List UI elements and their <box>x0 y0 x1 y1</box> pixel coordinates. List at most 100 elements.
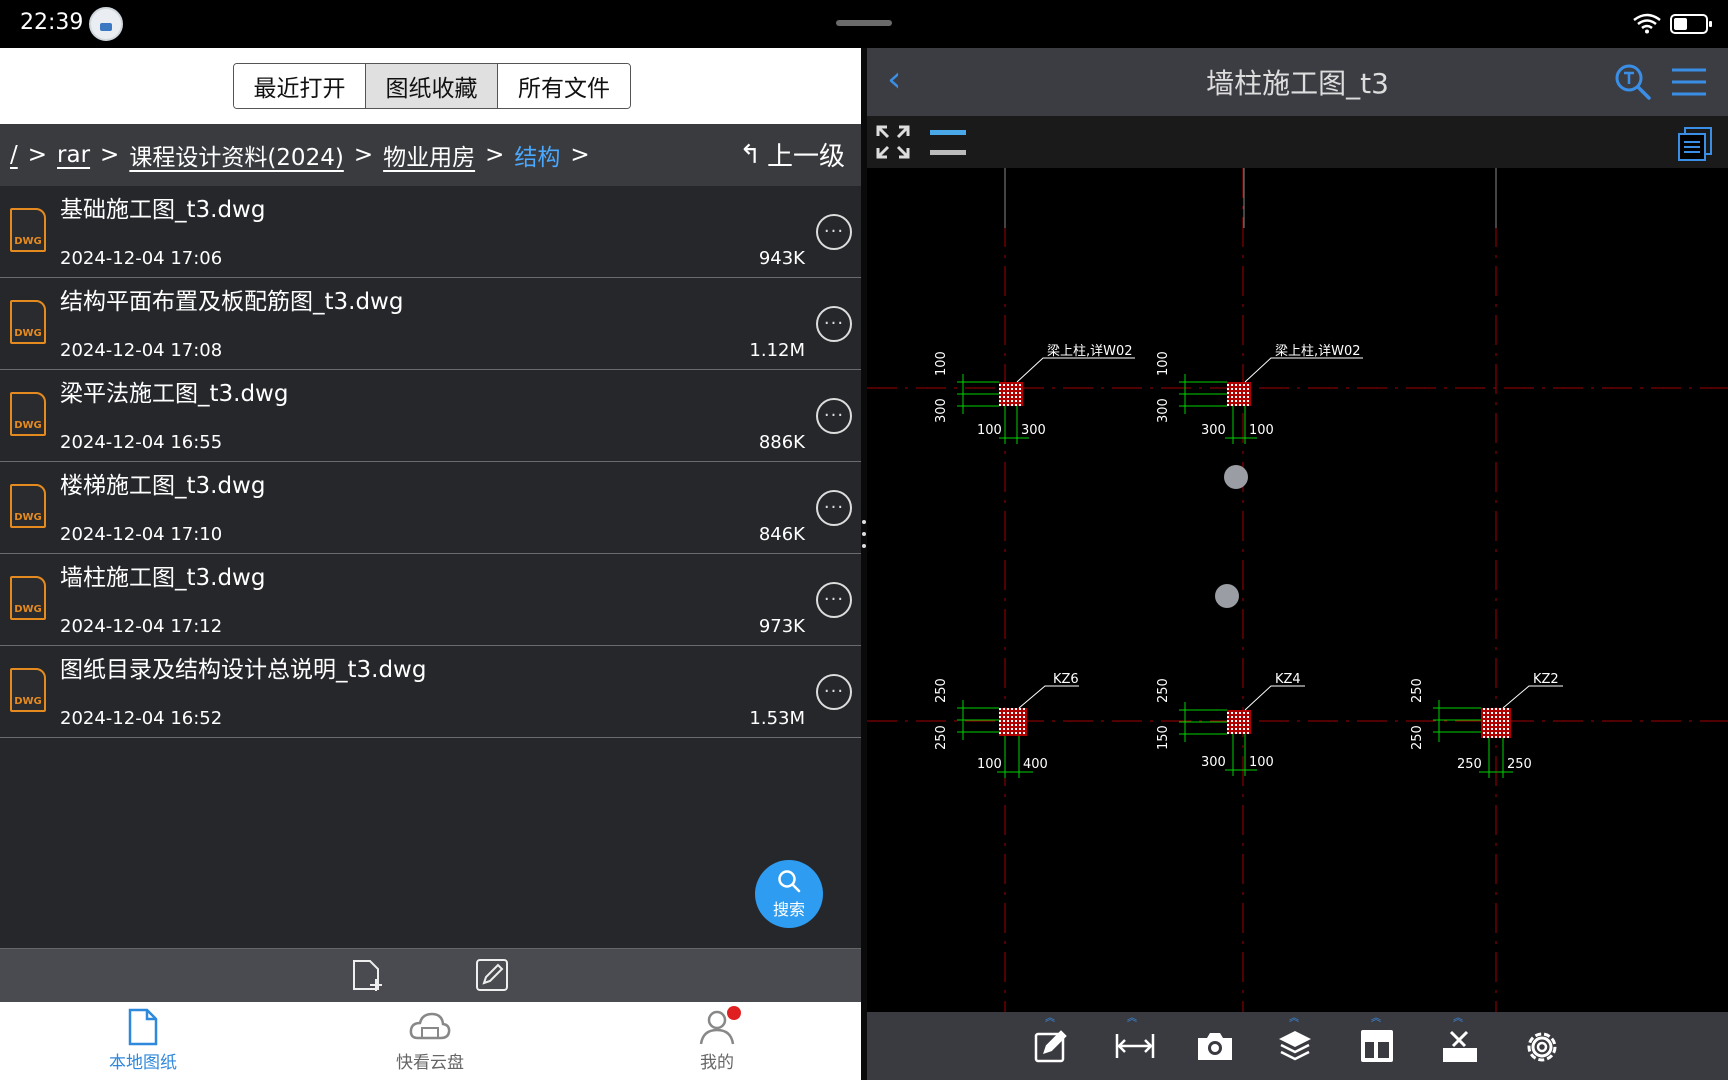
expand-caret-icon: ︽ <box>1289 1013 1299 1024</box>
toolbox-tool[interactable]: ︽ <box>1441 1014 1477 1064</box>
file-name: 图纸目录及结构设计总说明_t3.dwg <box>60 657 427 683</box>
layers-tool[interactable]: ︽ <box>1277 1014 1313 1064</box>
more-options-icon[interactable]: ··· <box>816 214 852 250</box>
measure-tool[interactable]: ︽ <box>1115 1014 1155 1064</box>
dwg-file-icon <box>10 300 46 344</box>
more-options-icon[interactable]: ··· <box>816 306 852 342</box>
viewer-toolbar: ︽ ︽ ︽ ︽ ︽ <box>867 1012 1728 1080</box>
file-size: 886K <box>758 432 805 453</box>
dim-text: 250 <box>1507 757 1532 772</box>
dim-text: 250 <box>1410 678 1425 703</box>
file-size: 973K <box>758 616 805 637</box>
nav-profile[interactable]: 我的 <box>647 1002 787 1080</box>
file-row[interactable]: 基础施工图_t3.dwg 2024-12-04 17:06 943K ··· <box>0 186 861 278</box>
dwg-file-icon <box>10 484 46 528</box>
expand-caret-icon: ︽ <box>1127 1013 1137 1024</box>
dim-text: 300 <box>934 398 949 423</box>
cad-drawing: 梁上柱,详W02 100 300 100 300 梁上柱,详W02 100 30… <box>867 168 1728 1012</box>
file-date: 2024-12-04 17:06 <box>60 248 223 269</box>
breadcrumb-item-property[interactable]: 物业用房 <box>383 138 475 172</box>
file-date: 2024-12-04 16:55 <box>60 432 223 453</box>
fit-screen-icon[interactable] <box>875 124 911 160</box>
tab-recent[interactable]: 最近打开 <box>234 64 366 108</box>
status-bar: 22:39 <box>0 0 1728 48</box>
viewer-header: ‹ 墙柱施工图_t3 <box>867 48 1728 116</box>
dim-text: 150 <box>1156 725 1171 750</box>
drawing-canvas[interactable]: 梁上柱,详W02 100 300 100 300 梁上柱,详W02 100 30… <box>867 116 1728 1012</box>
column-kz6: KZ6 250 250 100 400 <box>934 672 1079 778</box>
dim-text: 100 <box>1249 755 1274 770</box>
file-name: 结构平面布置及板配筋图_t3.dwg <box>60 289 404 315</box>
text-search-icon[interactable] <box>1613 62 1653 102</box>
bottom-nav: 本地图纸 快看云盘 我的 <box>0 1002 861 1080</box>
status-clock: 22:39 <box>20 10 84 35</box>
more-options-icon[interactable]: ··· <box>816 582 852 618</box>
more-options-icon[interactable]: ··· <box>816 398 852 434</box>
file-size: 846K <box>758 524 805 545</box>
expand-caret-icon: ︽ <box>1045 1013 1055 1024</box>
breadcrumb-item-course[interactable]: 课程设计资料(2024) <box>129 138 343 172</box>
layout-tool[interactable]: ︽ <box>1359 1014 1395 1064</box>
layout-list-icon[interactable] <box>1677 126 1713 162</box>
file-row[interactable]: 结构平面布置及板配筋图_t3.dwg 2024-12-04 17:08 1.12… <box>0 278 861 370</box>
dim-text: 100 <box>934 351 949 376</box>
breadcrumb-separator: > <box>570 142 590 168</box>
breadcrumb-current: 结构 <box>514 145 561 171</box>
split-drag-handle[interactable] <box>836 20 892 26</box>
dim-text: 250 <box>1156 678 1171 703</box>
toggle-bars-icon[interactable] <box>929 128 967 158</box>
dim-text: 300 <box>1201 423 1226 438</box>
menu-icon[interactable] <box>1669 64 1709 100</box>
file-row[interactable]: 墙柱施工图_t3.dwg 2024-12-04 17:12 973K ··· <box>0 554 861 646</box>
settings-tool[interactable] <box>1523 1028 1559 1064</box>
edit-icon[interactable] <box>474 957 510 993</box>
file-row[interactable]: 楼梯施工图_t3.dwg 2024-12-04 17:10 846K ··· <box>0 462 861 554</box>
dim-text: 300 <box>1156 398 1171 423</box>
file-toolbar <box>0 948 861 1002</box>
up-level-button[interactable]: ↰ 上一级 <box>739 136 845 173</box>
column-kz4: KZ4 250 150 300 100 <box>1156 672 1305 776</box>
dim-text: 300 <box>1201 755 1226 770</box>
snap-marker[interactable] <box>1224 465 1248 489</box>
dim-text: 300 <box>1021 423 1046 438</box>
nav-cloud-drive[interactable]: 快看云盘 <box>360 1002 500 1080</box>
nav-local-drawings[interactable]: 本地图纸 <box>73 1002 213 1080</box>
search-button[interactable]: 搜索 <box>755 860 823 928</box>
divider-grip[interactable] <box>862 520 866 556</box>
nav-label: 本地图纸 <box>109 1053 177 1073</box>
breadcrumb-root[interactable]: / <box>10 142 18 168</box>
battery-icon <box>1670 14 1712 34</box>
more-options-icon[interactable]: ··· <box>816 674 852 710</box>
dim-text: 250 <box>934 678 949 703</box>
tools-icon <box>1443 1030 1477 1062</box>
snap-marker[interactable] <box>1215 584 1239 608</box>
segmented-tabs: 最近打开 图纸收藏 所有文件 <box>233 63 631 109</box>
file-row[interactable]: 梁平法施工图_t3.dwg 2024-12-04 16:55 886K ··· <box>0 370 861 462</box>
dwg-file-icon <box>10 208 46 252</box>
nav-label: 快看云盘 <box>396 1053 464 1073</box>
search-label: 搜索 <box>772 900 805 919</box>
more-options-icon[interactable]: ··· <box>816 490 852 526</box>
layers-icon <box>1279 1031 1311 1061</box>
edit-icon <box>1034 1030 1067 1063</box>
tab-bar: 最近打开 图纸收藏 所有文件 <box>0 48 861 124</box>
breadcrumb-item-rar[interactable]: rar <box>57 142 90 168</box>
file-size: 1.53M <box>749 708 805 729</box>
file-list: 基础施工图_t3.dwg 2024-12-04 17:06 943K ··· 结… <box>0 186 861 738</box>
callout-text: 梁上柱,详W02 <box>1275 344 1361 359</box>
file-name: 墙柱施工图_t3.dwg <box>60 565 266 591</box>
dim-text: 400 <box>1023 757 1048 772</box>
file-row[interactable]: 图纸目录及结构设计总说明_t3.dwg 2024-12-04 16:52 1.5… <box>0 646 861 738</box>
new-folder-icon[interactable] <box>350 957 386 993</box>
markup-tool[interactable]: ︽ <box>1033 1014 1069 1064</box>
screenshot-tool[interactable] <box>1195 1028 1232 1064</box>
file-name: 梁平法施工图_t3.dwg <box>60 381 289 407</box>
grid-axes <box>867 168 1728 1012</box>
file-size: 1.12M <box>749 340 805 361</box>
expand-caret-icon: ︽ <box>1371 1013 1381 1024</box>
drawing-title: 墙柱施工图_t3 <box>1206 67 1389 100</box>
tab-all-files[interactable]: 所有文件 <box>498 64 630 108</box>
layout-icon <box>1361 1030 1393 1062</box>
dim-text: 100 <box>1156 351 1171 376</box>
tab-favorites[interactable]: 图纸收藏 <box>366 64 498 108</box>
